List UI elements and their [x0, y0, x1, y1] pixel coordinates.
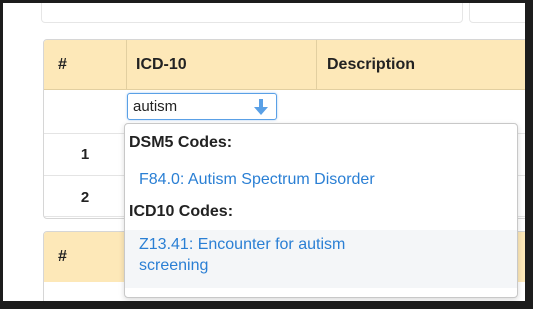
group-header-icd10: ICD10 Codes:: [129, 203, 234, 220]
header-divider: [126, 40, 127, 89]
header-num: #: [58, 248, 67, 265]
table-header: # ICD-10 Description: [44, 40, 525, 90]
row-number: 1: [80, 146, 90, 163]
header-num: #: [58, 56, 67, 73]
header-description[interactable]: Description: [327, 40, 415, 89]
option-z13-41[interactable]: Z13.41: Encounter for autism screening: [125, 230, 517, 288]
header-icd10[interactable]: ICD-10: [136, 40, 187, 89]
row-number: 2: [80, 189, 90, 206]
group-header-dsm5: DSM5 Codes:: [129, 134, 233, 151]
option-f84-0[interactable]: F84.0: Autism Spectrum Disorder: [125, 169, 517, 190]
icd10-search-input[interactable]: [128, 94, 243, 119]
arrow-down-icon[interactable]: [252, 98, 270, 116]
window-frame: # ICD-10 Description 1 2 # DSM5 Codes: F…: [3, 3, 525, 301]
top-card: [41, 3, 463, 23]
top-card-secondary: [469, 3, 525, 23]
icd10-search-combobox[interactable]: [127, 93, 277, 120]
header-divider: [316, 40, 317, 89]
code-suggestions-dropdown: DSM5 Codes: F84.0: Autism Spectrum Disor…: [124, 123, 518, 298]
